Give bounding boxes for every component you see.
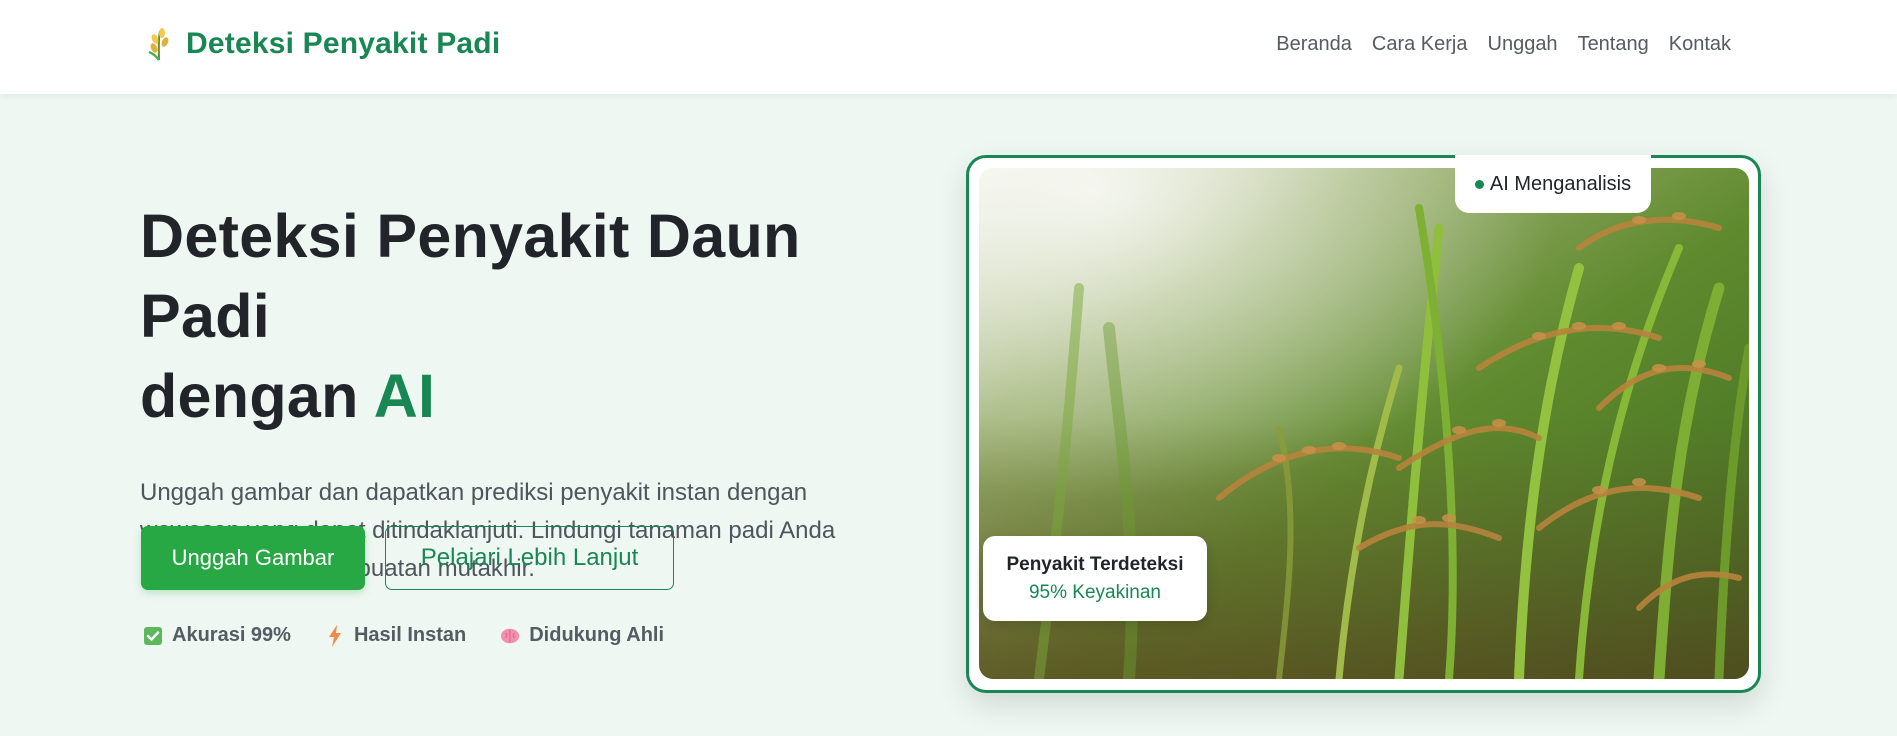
brand-name: Deteksi Penyakit Padi: [186, 27, 501, 60]
ai-status-label: AI Menganalisis: [1489, 172, 1632, 195]
nav-link-cara-kerja[interactable]: Cara Kerja: [1372, 33, 1468, 56]
nav-link-unggah[interactable]: Unggah: [1488, 33, 1558, 56]
main-nav: Beranda Cara Kerja Unggah Tentang Kontak: [1276, 33, 1731, 56]
feature-expert-label: Didukung Ahli: [529, 624, 665, 646]
check-box-icon: [143, 626, 163, 646]
headline-accent: AI: [373, 362, 436, 430]
ai-status-badge: AI Menganalisis: [1455, 155, 1651, 213]
detection-confidence: 95% Keyakinan: [1028, 581, 1162, 603]
nav-link-kontak[interactable]: Kontak: [1669, 33, 1731, 56]
detection-result: Penyakit Terdeteksi 95% Keyakinan: [983, 536, 1207, 621]
feature-accuracy: Akurasi 99%: [143, 624, 291, 647]
brain-icon: [500, 626, 520, 646]
detection-title: Penyakit Terdeteksi: [1006, 553, 1184, 575]
analysis-card: AI Menganalisis Penyakit Terdeteksi 95% …: [966, 155, 1761, 693]
nav-link-beranda[interactable]: Beranda: [1276, 33, 1352, 56]
lightning-icon: [325, 624, 345, 647]
hero-actions: Unggah Gambar Pelajari Lebih Lanjut: [141, 526, 674, 590]
nav-link-tentang[interactable]: Tentang: [1578, 33, 1649, 56]
feature-instant: Hasil Instan: [325, 624, 466, 647]
learn-more-button[interactable]: Pelajari Lebih Lanjut: [385, 526, 674, 590]
feature-list: Akurasi 99% Hasil Instan Didukung Ahli: [143, 624, 664, 647]
hero-headline: Deteksi Penyakit Daun Padi dengan AI: [140, 196, 940, 436]
feature-instant-label: Hasil Instan: [353, 624, 467, 646]
feature-accuracy-label: Akurasi 99%: [172, 624, 291, 646]
headline-line-2-prefix: dengan: [140, 362, 374, 430]
upload-image-button[interactable]: Unggah Gambar: [141, 526, 365, 590]
rice-stalk-icon: [148, 28, 169, 61]
brand[interactable]: Deteksi Penyakit Padi: [146, 27, 500, 61]
feature-expert: Didukung Ahli: [500, 624, 664, 647]
headline-line-1: Deteksi Penyakit Daun Padi: [140, 202, 801, 350]
status-dot-icon: [1474, 179, 1484, 189]
navbar: Deteksi Penyakit Padi Beranda Cara Kerja…: [0, 0, 1897, 94]
